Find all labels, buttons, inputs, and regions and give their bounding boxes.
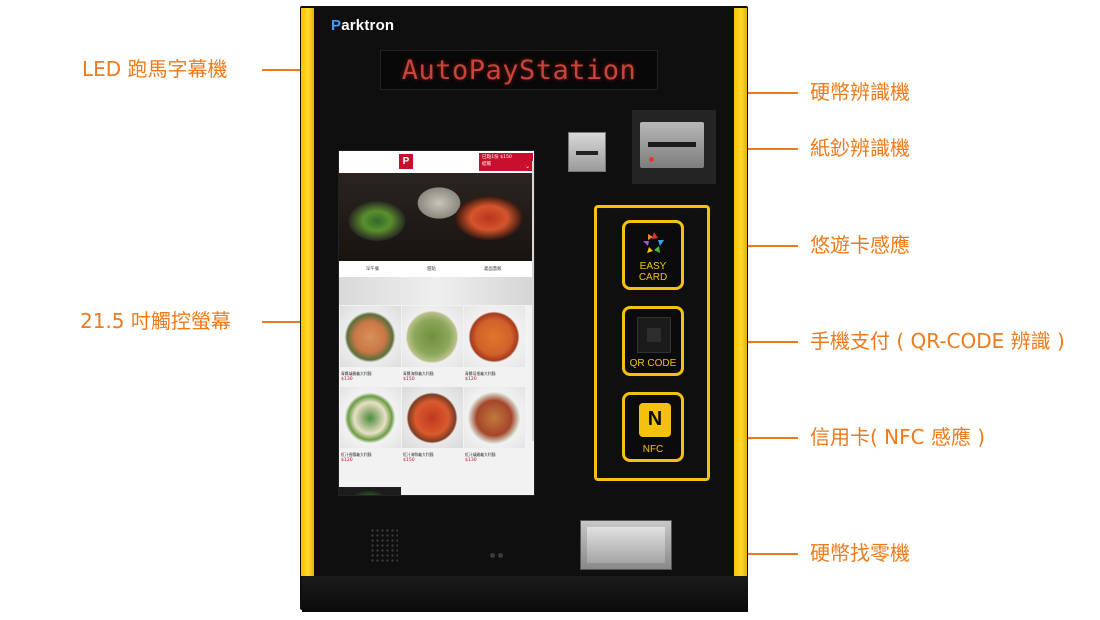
easycard-logo-icon — [643, 232, 664, 253]
led-marquee-text: AutoPayStation — [401, 54, 637, 86]
dish-card[interactable]: 紅汁海鮮義大利麵 $150 — [402, 387, 463, 463]
dish-image — [340, 306, 401, 367]
nfc-label: NFC — [642, 444, 664, 455]
callout-nfc: 信用卡( NFC 感應 ) — [810, 425, 986, 449]
chevron-down-icon: ⌄ — [524, 163, 530, 170]
callout-coin-acceptor: 硬幣辨識機 — [810, 80, 910, 104]
brand-logo-initial: P — [331, 17, 342, 34]
nfc-icon-letter: N — [647, 408, 663, 430]
banner-image — [339, 277, 534, 305]
callout-led-marquee: LED 跑馬字幕機 — [82, 57, 228, 81]
nfc-icon: N — [639, 403, 671, 437]
dish-price: $150 — [403, 377, 415, 382]
kiosk-base — [302, 576, 748, 612]
qrcode-scanner[interactable]: QR CODE — [622, 306, 684, 376]
coin-acceptor[interactable] — [568, 132, 606, 172]
callout-coin-change: 硬幣找零機 — [810, 541, 910, 565]
dish-card[interactable]: 紅汁燻雞義大利麵 $130 — [464, 387, 525, 463]
category-tabs: 早午餐 甜點 義面蓋飯 — [339, 261, 534, 275]
dish-image — [402, 306, 463, 367]
dish-image — [464, 306, 525, 367]
dish-image — [464, 387, 525, 448]
led-marquee: AutoPayStation — [380, 50, 658, 90]
dish-price: $120 — [341, 458, 353, 463]
screen-header: P 已點1份 $150 結帳 ⌄ — [339, 151, 534, 173]
dish-price: $130 — [341, 377, 353, 382]
tab-brunch[interactable]: 早午餐 — [366, 266, 379, 272]
bill-acceptor-led — [649, 157, 654, 162]
dish-card[interactable]: 青醬燻雞義大利麵 $130 — [340, 306, 401, 382]
cart-summary-button[interactable]: 已點1份 $150 結帳 ⌄ — [479, 153, 533, 171]
dish-price: $130 — [465, 458, 477, 463]
dish-image — [340, 387, 401, 448]
nfc-reader[interactable]: N NFC — [622, 392, 684, 462]
dish-card[interactable]: 紅汁香腸義大利麵 $120 — [340, 387, 401, 463]
qrcode-scanner-window — [637, 317, 671, 353]
callout-qrcode: 手機支付 ( QR-CODE 辨識 ) — [810, 329, 1065, 353]
screen-scrollbar[interactable] — [532, 161, 534, 441]
dish-image — [402, 387, 463, 448]
coin-change-tray[interactable] — [580, 520, 672, 570]
touch-screen[interactable]: P 已點1份 $150 結帳 ⌄ 早午餐 甜點 義面蓋飯 青醬燻雞義大利麵 $1… — [338, 150, 535, 496]
brand-logo: Parktron — [331, 17, 394, 34]
easycard-reader[interactable]: EASY CARD — [622, 220, 684, 290]
right-light-strip — [734, 8, 747, 576]
callout-touch-screen: 21.5 吋觸控螢幕 — [80, 309, 231, 333]
speaker-grille — [370, 528, 398, 562]
camera-sensor — [490, 543, 506, 558]
dish-image-partial — [339, 487, 401, 495]
left-light-strip — [301, 8, 314, 576]
brand-logo-rest: arktron — [341, 17, 395, 34]
hero-food-image — [339, 173, 534, 261]
dish-price: $120 — [465, 377, 477, 382]
callout-easycard: 悠遊卡感應 — [810, 233, 910, 257]
qrcode-label: QR CODE — [629, 358, 677, 369]
tab-dessert[interactable]: 甜點 — [427, 266, 436, 272]
dish-card[interactable]: 青醬海鮮義大利麵 $150 — [402, 306, 463, 382]
cart-summary-count: 已點1份 $150 — [482, 155, 512, 160]
screen-logo: P — [399, 154, 413, 169]
dish-card[interactable]: 青醬培根義大利麵 $120 — [464, 306, 525, 382]
easycard-label: EASY CARD — [638, 261, 668, 283]
cart-checkout-label: 結帳 — [482, 162, 492, 167]
callout-bill-acceptor: 紙鈔辨識機 — [810, 136, 910, 160]
tab-pasta-rice[interactable]: 義面蓋飯 — [484, 266, 502, 272]
dish-price: $150 — [403, 458, 415, 463]
